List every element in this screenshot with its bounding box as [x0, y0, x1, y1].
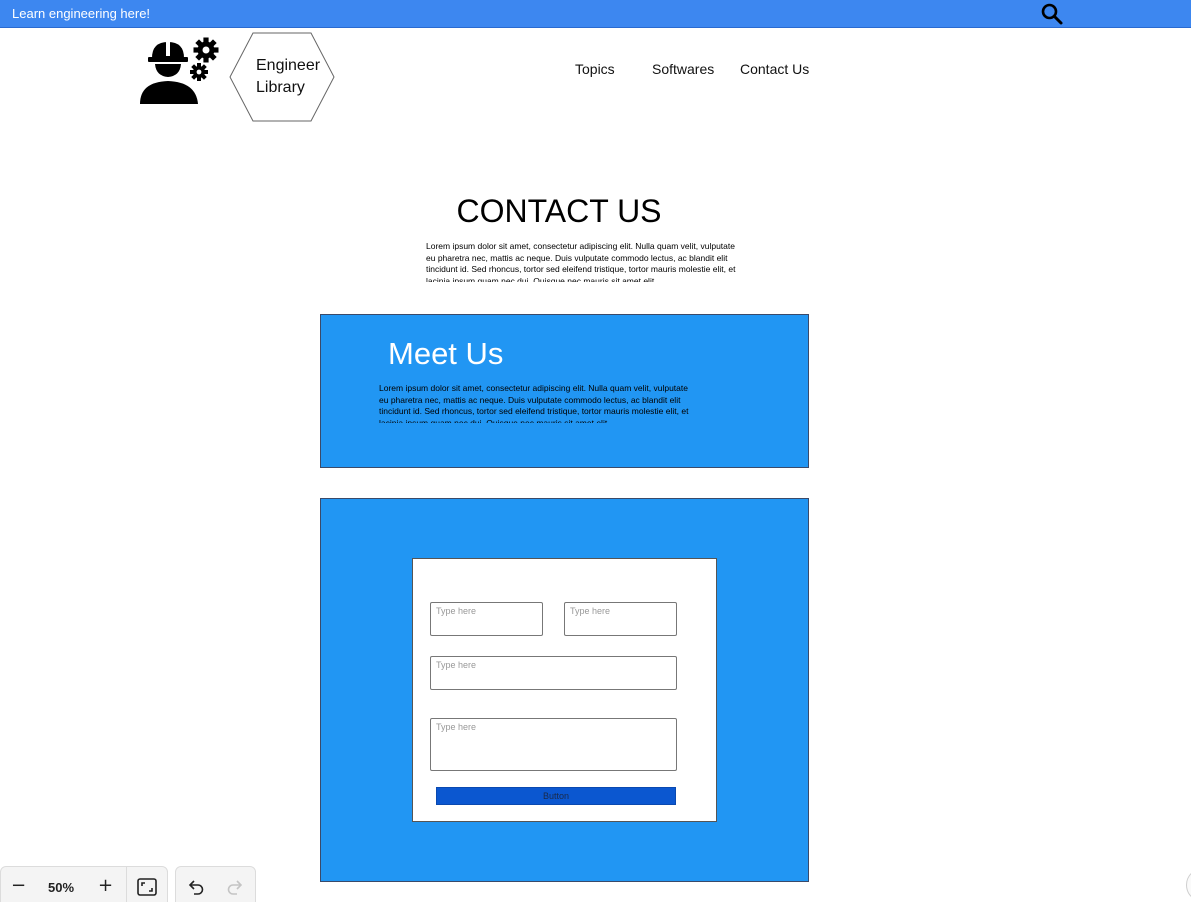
second-input[interactable]: Type here	[564, 602, 677, 636]
undo-icon[interactable]	[187, 878, 205, 896]
page-title: CONTACT US	[456, 193, 662, 229]
third-input[interactable]: Type here	[430, 656, 677, 690]
banner-text: Learn engineering here!	[12, 6, 151, 21]
help-button[interactable]	[1186, 868, 1191, 902]
zoom-toolbar: − 50% +	[0, 866, 168, 902]
engineer-gears-logo-icon	[136, 36, 224, 108]
zoom-out-icon[interactable]: −	[11, 875, 26, 896]
nav-topics-link[interactable]: Topics	[575, 61, 615, 77]
meet-us-description: Lorem ipsum dolor sit amet, consectetur …	[379, 383, 689, 423]
contact-description: Lorem ipsum dolor sit amet, consectetur …	[426, 241, 736, 282]
brand-name[interactable]: Engineer Library	[256, 55, 320, 99]
zoom-in-icon[interactable]: +	[98, 875, 113, 896]
message-textarea[interactable]: Type here	[430, 718, 677, 771]
zoom-level: 50%	[48, 880, 75, 895]
redo-icon[interactable]	[226, 878, 244, 896]
toolbar-divider	[126, 867, 127, 902]
search-icon[interactable]	[1040, 2, 1064, 26]
submit-button[interactable]: Button	[436, 787, 676, 805]
top-banner: Learn engineering here!	[0, 0, 1191, 28]
nav-softwares-link[interactable]: Softwares	[652, 61, 714, 77]
brand-line-1: Engineer	[256, 57, 321, 74]
brand-line-2: Library	[256, 79, 305, 96]
meet-us-heading: Meet Us	[388, 336, 504, 371]
first-input[interactable]: Type here	[430, 602, 543, 636]
fit-screen-icon[interactable]	[137, 878, 157, 896]
history-toolbar	[175, 866, 256, 902]
contact-form-card	[412, 558, 717, 822]
nav-contact-link[interactable]: Contact Us	[740, 61, 809, 77]
